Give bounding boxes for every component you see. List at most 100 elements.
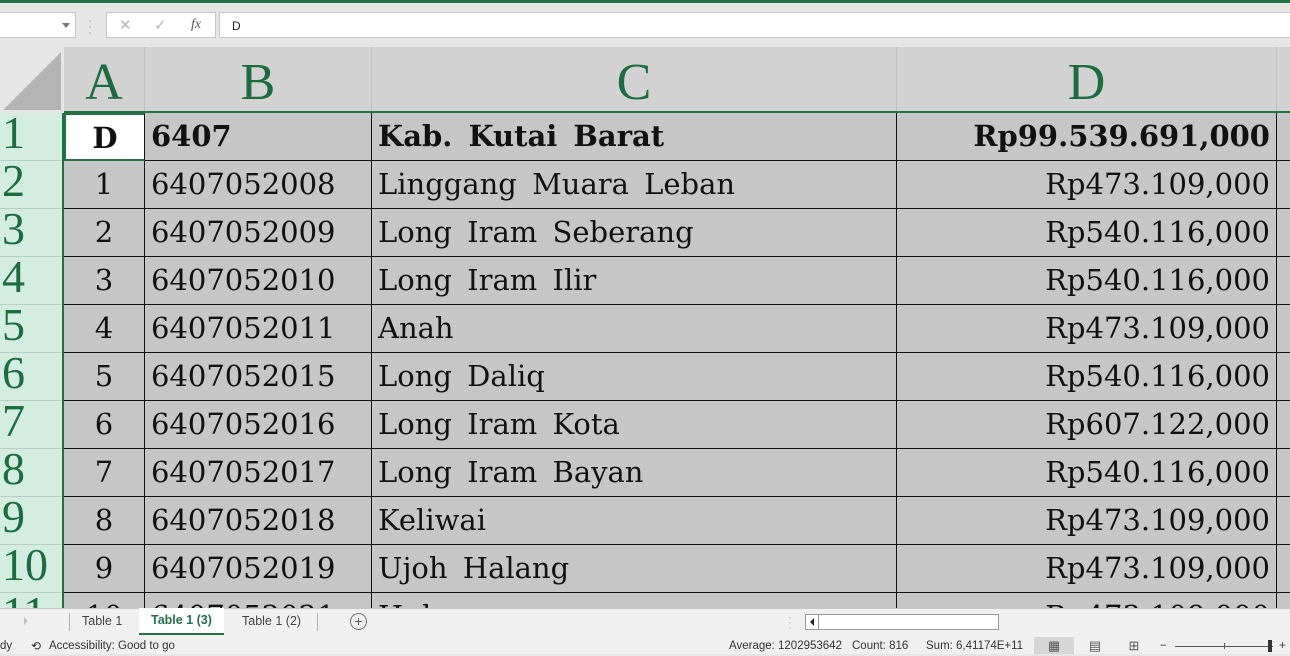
- add-sheet-icon[interactable]: +: [350, 613, 367, 630]
- row-header-6[interactable]: 6: [0, 353, 62, 401]
- select-all-button[interactable]: [0, 47, 64, 113]
- cell-b8[interactable]: 6407052017: [145, 449, 372, 497]
- cell-e6[interactable]: [1277, 353, 1290, 401]
- cell-a6[interactable]: 5: [64, 353, 145, 401]
- column-header-e[interactable]: [1277, 47, 1290, 111]
- cell-a7[interactable]: 6: [64, 401, 145, 449]
- drag-handle-icon[interactable]: · · ·: [788, 611, 792, 633]
- cell-c2[interactable]: Linggang Muara Leban: [372, 161, 897, 209]
- row-header-11[interactable]: 11: [0, 593, 62, 608]
- accessibility-status[interactable]: Accessibility: Good to go: [49, 636, 175, 656]
- status-average[interactable]: Average: 1202953642: [729, 636, 842, 656]
- cell-c8[interactable]: Long Iram Bayan: [372, 449, 897, 497]
- cell-c6[interactable]: Long Daliq: [372, 353, 897, 401]
- insert-function-icon[interactable]: fx: [191, 17, 201, 33]
- cell-b5[interactable]: 6407052011: [145, 305, 372, 353]
- cell-a5[interactable]: 4: [64, 305, 145, 353]
- cell-d10[interactable]: Rp473.109,000: [897, 545, 1277, 593]
- zoom-slider-thumb[interactable]: [1268, 640, 1272, 652]
- row-header-8[interactable]: 8: [0, 449, 62, 497]
- cell-e9[interactable]: [1277, 497, 1290, 545]
- sheet-tab-table-1-2[interactable]: Table 1 (2): [230, 609, 313, 635]
- formula-input[interactable]: D: [219, 12, 1290, 38]
- normal-view-icon[interactable]: ▦: [1034, 637, 1074, 654]
- cell-e5[interactable]: [1277, 305, 1290, 353]
- zoom-out-button[interactable]: −: [1160, 636, 1167, 656]
- cell-d1[interactable]: Rp99.539.691,000: [897, 113, 1277, 161]
- table-row: 9 6407052019 Ujoh Halang Rp473.109,000: [64, 545, 1290, 593]
- row-header-4[interactable]: 4: [0, 257, 62, 305]
- cell-b9[interactable]: 6407052018: [145, 497, 372, 545]
- cell-d6[interactable]: Rp540.116,000: [897, 353, 1277, 401]
- cell-e10[interactable]: [1277, 545, 1290, 593]
- row-header-5[interactable]: 5: [0, 305, 62, 353]
- page-layout-view-icon[interactable]: ▤: [1075, 637, 1115, 654]
- name-box[interactable]: [0, 12, 76, 38]
- cell-c5[interactable]: Anah: [372, 305, 897, 353]
- cell-d11[interactable]: Rp473.109,000: [897, 593, 1277, 608]
- cell-b3[interactable]: 6407052009: [145, 209, 372, 257]
- cell-d8[interactable]: Rp540.116,000: [897, 449, 1277, 497]
- cell-a2[interactable]: 1: [64, 161, 145, 209]
- cell-area: D 6407 Kab. Kutai Barat Rp99.539.691,000 1 64…: [64, 113, 1290, 608]
- column-header-c[interactable]: C: [372, 47, 897, 111]
- row-header-3[interactable]: 3: [0, 209, 62, 257]
- chevron-down-icon[interactable]: [62, 23, 70, 28]
- scroll-tabs-right-icon[interactable]: [24, 617, 28, 625]
- cell-a8[interactable]: 7: [64, 449, 145, 497]
- sheet-tab-table-1-3[interactable]: Table 1 (3): [139, 608, 224, 635]
- cell-b7[interactable]: 6407052016: [145, 401, 372, 449]
- cell-e11[interactable]: [1277, 593, 1290, 608]
- cell-e1[interactable]: [1277, 113, 1290, 161]
- column-header-d[interactable]: D: [897, 47, 1277, 111]
- cell-d9[interactable]: Rp473.109,000: [897, 497, 1277, 545]
- cell-a10[interactable]: 9: [64, 545, 145, 593]
- cell-e4[interactable]: [1277, 257, 1290, 305]
- row-header-10[interactable]: 10: [0, 545, 62, 593]
- cell-c10[interactable]: Ujoh Halang: [372, 545, 897, 593]
- cell-a11[interactable]: 10: [64, 593, 145, 608]
- cell-a3[interactable]: 2: [64, 209, 145, 257]
- status-sum[interactable]: Sum: 6,41174E+11: [926, 636, 1023, 656]
- cell-c11[interactable]: Hubung: [372, 593, 897, 608]
- status-count[interactable]: Count: 816: [852, 636, 908, 656]
- column-header-a[interactable]: A: [64, 47, 145, 111]
- cell-e3[interactable]: [1277, 209, 1290, 257]
- cell-e8[interactable]: [1277, 449, 1290, 497]
- scroll-left-icon[interactable]: [806, 615, 819, 629]
- cell-b2[interactable]: 6407052008: [145, 161, 372, 209]
- cell-b4[interactable]: 6407052010: [145, 257, 372, 305]
- cell-a9[interactable]: 8: [64, 497, 145, 545]
- row-header-7[interactable]: 7: [0, 401, 62, 449]
- cell-c7[interactable]: Long Iram Kota: [372, 401, 897, 449]
- cell-e2[interactable]: [1277, 161, 1290, 209]
- sheet-tab-table-1[interactable]: Table 1: [70, 609, 134, 635]
- cell-a4[interactable]: 3: [64, 257, 145, 305]
- cell-d2[interactable]: Rp473.109,000: [897, 161, 1277, 209]
- column-header-b[interactable]: B: [145, 47, 372, 111]
- page-break-view-icon[interactable]: ⊞: [1114, 637, 1154, 654]
- cell-a1[interactable]: D: [64, 113, 145, 161]
- cell-d7[interactable]: Rp607.122,000: [897, 401, 1277, 449]
- cell-b11[interactable]: 6407052021: [145, 593, 372, 608]
- zoom-in-button[interactable]: +: [1279, 636, 1286, 656]
- cell-c9[interactable]: Keliwai: [372, 497, 897, 545]
- cell-d3[interactable]: Rp540.116,000: [897, 209, 1277, 257]
- cell-b6[interactable]: 6407052015: [145, 353, 372, 401]
- cell-b10[interactable]: 6407052019: [145, 545, 372, 593]
- drag-handle-icon[interactable]: · · ·: [88, 14, 92, 38]
- table-header-row: D 6407 Kab. Kutai Barat Rp99.539.691,000: [64, 113, 1290, 161]
- cancel-icon[interactable]: ✕: [119, 16, 132, 34]
- cell-c3[interactable]: Long Iram Seberang: [372, 209, 897, 257]
- cell-b1[interactable]: 6407: [145, 113, 372, 161]
- row-header-2[interactable]: 2: [0, 161, 62, 209]
- cell-d4[interactable]: Rp540.116,000: [897, 257, 1277, 305]
- cell-c1[interactable]: Kab. Kutai Barat: [372, 113, 897, 161]
- row-header-9[interactable]: 9: [0, 497, 62, 545]
- cell-d5[interactable]: Rp473.109,000: [897, 305, 1277, 353]
- enter-icon[interactable]: ✓: [154, 16, 167, 34]
- row-header-1[interactable]: 1: [0, 113, 62, 161]
- horizontal-scrollbar[interactable]: [805, 614, 999, 630]
- cell-c4[interactable]: Long Iram Ilir: [372, 257, 897, 305]
- cell-e7[interactable]: [1277, 401, 1290, 449]
